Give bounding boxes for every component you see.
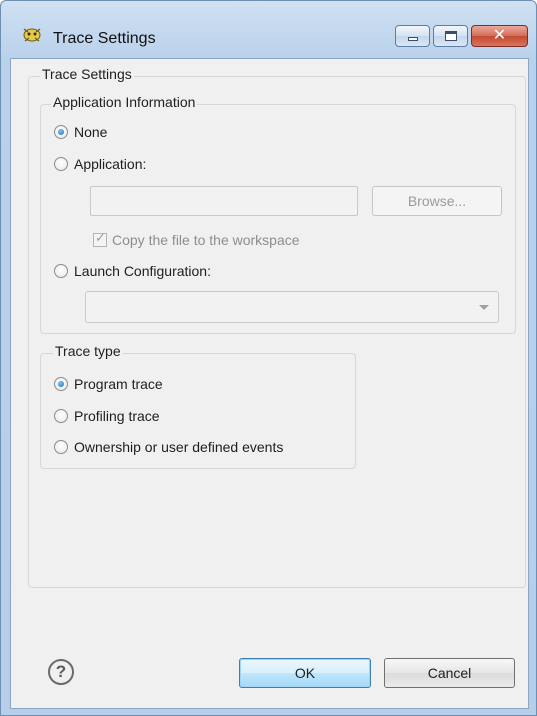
radio-none[interactable]: None bbox=[54, 122, 107, 142]
radio-ownership-events-indicator[interactable] bbox=[54, 440, 68, 454]
radio-profiling-trace-indicator[interactable] bbox=[54, 409, 68, 423]
radio-ownership-events-label: Ownership or user defined events bbox=[74, 439, 284, 455]
ok-button[interactable]: OK bbox=[239, 658, 371, 688]
radio-none-indicator[interactable] bbox=[54, 125, 68, 139]
help-icon[interactable]: ? bbox=[48, 659, 74, 685]
radio-profiling-trace-label: Profiling trace bbox=[74, 408, 160, 424]
close-button[interactable]: ✕ bbox=[471, 25, 528, 47]
radio-program-trace[interactable]: Program trace bbox=[54, 374, 163, 394]
chevron-down-icon bbox=[479, 305, 489, 310]
copy-to-workspace-checkbox[interactable]: ✓ Copy the file to the workspace bbox=[93, 230, 300, 250]
radio-application-label: Application: bbox=[74, 156, 147, 172]
close-icon: ✕ bbox=[492, 27, 507, 44]
trace-settings-group-title: Trace Settings bbox=[40, 66, 134, 82]
radio-none-label: None bbox=[74, 124, 108, 140]
minimize-button[interactable] bbox=[395, 25, 430, 47]
radio-launch-configuration[interactable]: Launch Configuration: bbox=[54, 261, 211, 281]
cancel-button[interactable]: Cancel bbox=[384, 658, 515, 688]
radio-program-trace-label: Program trace bbox=[74, 376, 163, 392]
radio-launch-configuration-indicator[interactable] bbox=[54, 264, 68, 278]
radio-application[interactable]: Application: bbox=[54, 154, 146, 174]
dialog-content: Trace Settings Application Information N… bbox=[10, 58, 529, 709]
copy-checkbox-label: Copy the file to the workspace bbox=[112, 232, 300, 248]
radio-program-trace-indicator[interactable] bbox=[54, 377, 68, 391]
title-bar[interactable]: Trace Settings ✕ bbox=[1, 1, 536, 47]
browse-button[interactable]: Browse... bbox=[372, 186, 502, 216]
application-path-input[interactable] bbox=[90, 186, 358, 216]
radio-launch-configuration-label: Launch Configuration: bbox=[74, 263, 211, 279]
maximize-button[interactable] bbox=[433, 25, 468, 47]
radio-application-indicator[interactable] bbox=[54, 157, 68, 171]
window-title: Trace Settings bbox=[53, 30, 156, 47]
application-information-title: Application Information bbox=[51, 94, 198, 110]
trace-type-title: Trace type bbox=[53, 343, 123, 359]
copy-checkbox-box[interactable]: ✓ bbox=[93, 230, 107, 247]
radio-ownership-events[interactable]: Ownership or user defined events bbox=[54, 437, 283, 457]
trace-app-icon bbox=[23, 28, 41, 42]
checkmark-icon: ✓ bbox=[95, 230, 106, 245]
maximize-icon bbox=[445, 31, 457, 41]
radio-profiling-trace[interactable]: Profiling trace bbox=[54, 406, 160, 426]
minimize-icon bbox=[408, 37, 418, 41]
launch-configuration-select[interactable] bbox=[85, 291, 499, 323]
trace-settings-window: Trace Settings ✕ Trace Settings Applicat… bbox=[0, 0, 537, 716]
